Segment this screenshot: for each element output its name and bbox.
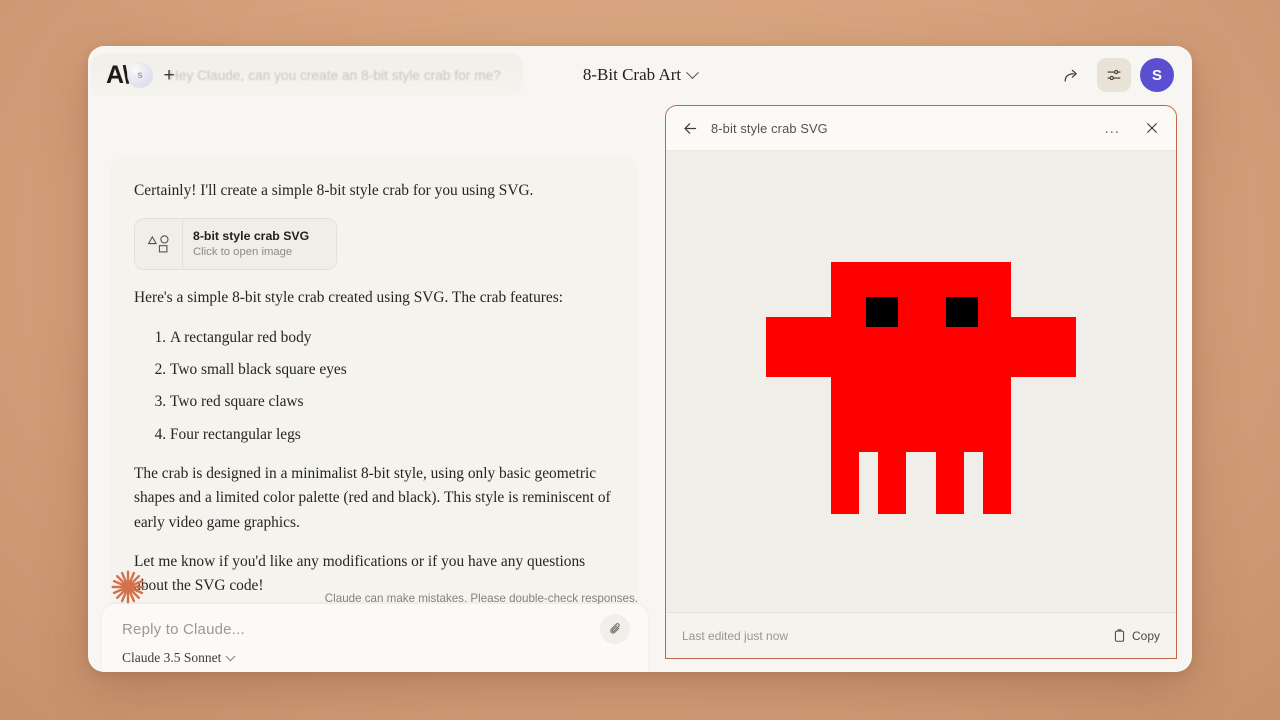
settings-button[interactable]: [1097, 58, 1131, 92]
artifact-panel: 8-bit style crab SVG ... Last edited jus…: [665, 105, 1177, 659]
arrow-left-icon: [684, 122, 697, 134]
leg-2: [878, 451, 906, 514]
page-title[interactable]: 8-Bit Crab Art: [583, 65, 681, 85]
leg-1: [831, 451, 859, 514]
body: [831, 261, 1011, 452]
composer: Reply to Claude... Claude 3.5 Sonnet: [102, 604, 648, 672]
artifact-close-button[interactable]: [1144, 120, 1160, 136]
artifact-copy-label: Copy: [1131, 628, 1160, 643]
model-selector[interactable]: Claude 3.5 Sonnet: [122, 650, 628, 666]
artifact-menu-button[interactable]: ...: [1104, 121, 1120, 136]
artifact-title: 8-bit style crab SVG: [711, 120, 828, 136]
list-item: A rectangular red body: [170, 326, 614, 350]
artifact-preview-title: 8-bit style crab SVG: [193, 228, 310, 243]
app-window: Hey Claude, can you create an 8-bit styl…: [88, 46, 1192, 672]
artifact-canvas: [666, 151, 1176, 612]
artifact-footer: Last edited just now Copy: [666, 612, 1176, 658]
sliders-icon: [1107, 69, 1121, 81]
artifact-back-button[interactable]: [682, 120, 699, 137]
clipboard-icon: [1114, 628, 1125, 642]
claude-wordmark-icon: A\: [106, 60, 130, 89]
list-item: Four rectangular legs: [170, 423, 614, 447]
profile-orb-icon: s: [127, 62, 153, 88]
8-bit-crab-svg: [766, 261, 1076, 514]
model-name: Claude 3.5 Sonnet: [122, 650, 222, 665]
last-edited-text: Last edited just now: [682, 628, 789, 643]
share-arrow-icon: [1064, 69, 1077, 82]
attach-button[interactable]: [600, 614, 630, 644]
list-item: Two red square claws: [170, 390, 614, 414]
assistant-intro: Certainly! I'll create a simple 8-bit st…: [134, 182, 534, 199]
share-button[interactable]: [1054, 58, 1088, 92]
leg-3: [936, 451, 964, 514]
header-actions: S: [1054, 58, 1174, 92]
chevron-down-icon: [225, 650, 236, 661]
reply-input[interactable]: Reply to Claude...: [122, 621, 628, 638]
chat-column: Certainly! I'll create a simple 8-bit st…: [88, 104, 660, 672]
claude-sunburst-icon: [111, 570, 145, 604]
close-icon: [1147, 123, 1157, 133]
leg-4: [983, 451, 1011, 514]
shapes-icon: [135, 219, 183, 270]
feature-list: A rectangular red body Two small black s…: [134, 326, 614, 447]
assistant-message: Certainly! I'll create a simple 8-bit st…: [110, 157, 638, 635]
list-item: Two small black square eyes: [170, 358, 614, 382]
left-claw: [766, 316, 831, 377]
left-eye: [866, 296, 898, 327]
paperclip-icon: [609, 622, 620, 633]
conversation-title-wrap: 8-Bit Crab Art: [88, 46, 1192, 104]
assistant-lead-in: Here's a simple 8-bit style crab created…: [134, 289, 563, 307]
artifact-preview-subtitle: Click to open image: [193, 245, 293, 258]
plus-icon: +: [163, 64, 175, 86]
avatar[interactable]: S: [1140, 58, 1174, 92]
artifact-header: 8-bit style crab SVG ...: [666, 106, 1176, 151]
new-chat-button[interactable]: +: [158, 64, 180, 86]
right-eye: [946, 296, 978, 327]
chevron-down-icon[interactable]: [686, 65, 699, 79]
artifact-copy-button[interactable]: Copy: [1113, 629, 1160, 643]
assistant-paragraph-2: The crab is designed in a minimalist 8-b…: [134, 464, 611, 531]
artifact-preview-card[interactable]: 8-bit style crab SVG Click to open image: [134, 218, 337, 271]
right-claw: [1011, 316, 1076, 377]
crab-artwork[interactable]: [666, 151, 1176, 612]
app-header: A\ s + 8-Bit Crab Art S: [88, 46, 1192, 104]
claude-logo[interactable]: A\ s: [106, 60, 153, 90]
avatar-initial: S: [1151, 66, 1162, 84]
artifact-preview-text: 8-bit style crab SVG Click to open image: [183, 219, 319, 269]
